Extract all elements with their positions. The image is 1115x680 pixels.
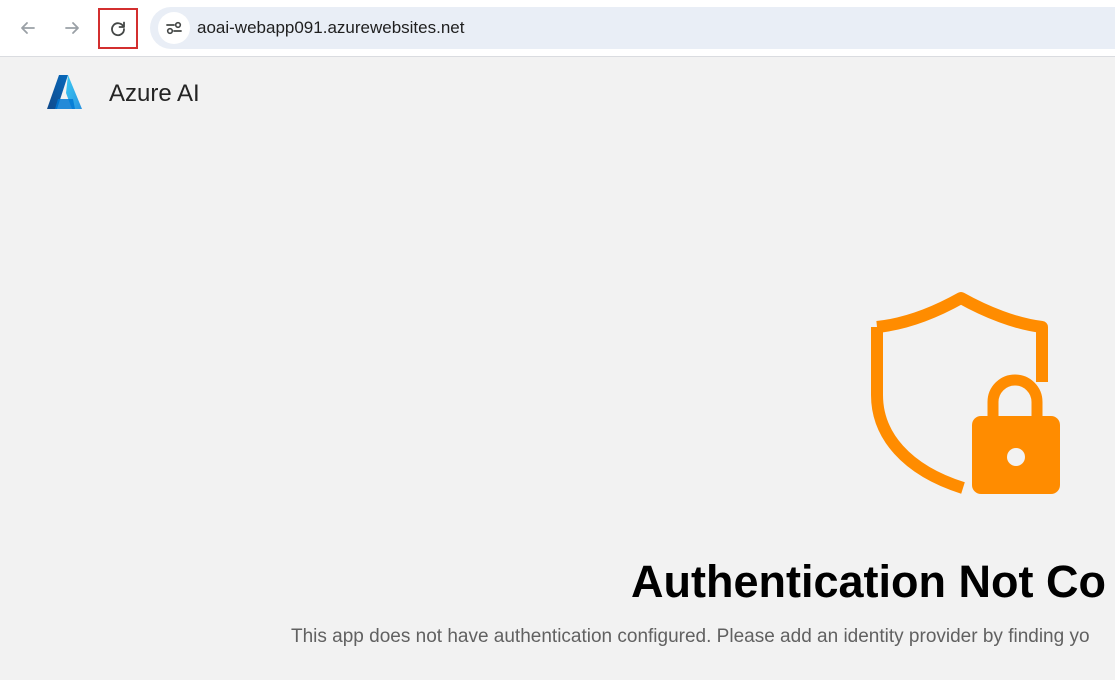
address-bar[interactable]: aoai-webapp091.azurewebsites.net	[150, 7, 1115, 49]
reload-icon	[111, 21, 125, 36]
app-header: Azure AI	[0, 58, 1115, 130]
error-title: Authentication Not Co	[631, 556, 1106, 607]
forward-arrow-icon	[65, 22, 79, 34]
url-text[interactable]: aoai-webapp091.azurewebsites.net	[197, 18, 464, 38]
error-description: This app does not have authentication co…	[291, 626, 1090, 647]
brand-title: Azure AI	[109, 80, 200, 107]
back-button[interactable]	[11, 11, 45, 45]
site-info-button[interactable]	[158, 12, 190, 44]
browser-toolbar: aoai-webapp091.azurewebsites.net	[0, 0, 1115, 57]
back-arrow-icon	[21, 22, 35, 34]
forward-button[interactable]	[55, 11, 89, 45]
reload-button[interactable]	[98, 8, 138, 49]
site-info-icon	[166, 21, 182, 35]
shield-lock-icon	[871, 292, 1060, 494]
azure-logo-icon	[47, 75, 82, 109]
